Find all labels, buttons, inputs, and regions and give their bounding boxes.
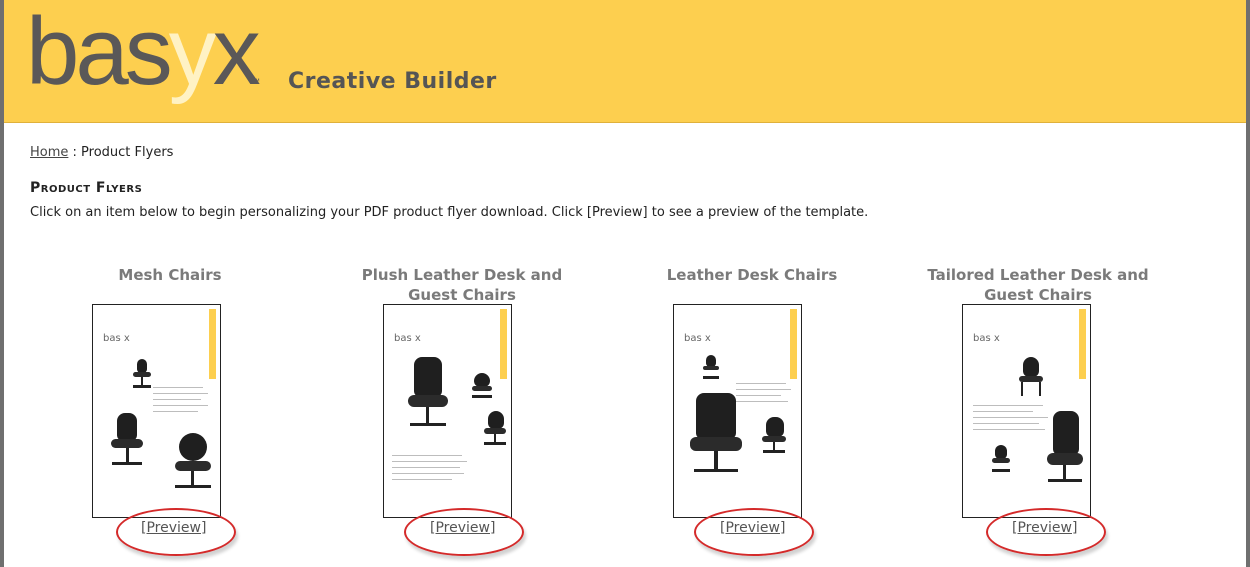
app-title: Creative Builder bbox=[288, 69, 497, 94]
chair-image bbox=[131, 359, 153, 389]
breadcrumb-separator: : bbox=[68, 145, 82, 160]
chair-image bbox=[991, 445, 1011, 475]
right-border bbox=[1246, 0, 1250, 567]
product-thumbnail-plush-leather[interactable]: bas x bbox=[383, 304, 512, 518]
intro-text: Click on an item below to begin personal… bbox=[30, 205, 869, 220]
chair-image bbox=[173, 433, 213, 493]
chair-image bbox=[1045, 411, 1085, 491]
product-title: Leather Desk Chairs bbox=[666, 266, 838, 284]
product-thumbnail-leather-desk[interactable]: bas x bbox=[673, 304, 802, 518]
thumbnail-accent-bar bbox=[790, 309, 797, 379]
highlight-ellipse bbox=[116, 508, 236, 556]
chair-image bbox=[688, 393, 744, 481]
product-title: Mesh Chairs bbox=[118, 266, 222, 284]
basyx-logo[interactable]: basyx ™ bbox=[26, 2, 261, 102]
page-title: Product Flyers bbox=[30, 180, 143, 196]
thumbnail-accent-bar bbox=[209, 309, 216, 379]
product-title: Tailored Leather Desk and Guest Chairs bbox=[927, 266, 1149, 304]
highlight-ellipse bbox=[694, 508, 814, 556]
thumbnail-logo: bas x bbox=[684, 333, 711, 344]
breadcrumb-home-link[interactable]: Home bbox=[30, 145, 68, 160]
thumbnail-logo: bas x bbox=[103, 333, 130, 344]
chair-image bbox=[406, 357, 450, 433]
chair-image bbox=[1017, 357, 1045, 397]
thumbnail-logo: bas x bbox=[973, 333, 1000, 344]
breadcrumb: Home : Product Flyers bbox=[30, 145, 173, 160]
product-card-tailored-leather: Tailored Leather Desk and Guest Chairs bbox=[918, 265, 1158, 305]
highlight-ellipse bbox=[986, 508, 1106, 556]
breadcrumb-current: Product Flyers bbox=[81, 145, 174, 160]
product-card-leather-desk: Leather Desk Chairs bbox=[632, 265, 872, 285]
product-thumbnail-tailored-leather[interactable]: bas x bbox=[962, 304, 1091, 518]
thumbnail-accent-bar bbox=[1079, 309, 1086, 379]
chair-image bbox=[470, 373, 494, 401]
highlight-ellipse bbox=[404, 508, 524, 556]
header-banner: basyx ™ Creative Builder bbox=[4, 0, 1246, 123]
product-card-plush-leather: Plush Leather Desk and Guest Chairs bbox=[342, 265, 582, 305]
product-title: Plush Leather Desk and Guest Chairs bbox=[361, 266, 563, 304]
product-thumbnail-mesh-chairs[interactable]: bas x bbox=[92, 304, 221, 518]
product-card-mesh-chairs: Mesh Chairs bbox=[50, 265, 290, 285]
chair-image bbox=[760, 417, 788, 459]
chair-image bbox=[482, 411, 508, 451]
chair-image bbox=[702, 355, 720, 381]
chair-image bbox=[109, 413, 145, 469]
thumbnail-accent-bar bbox=[500, 309, 507, 379]
thumbnail-logo: bas x bbox=[394, 333, 421, 344]
